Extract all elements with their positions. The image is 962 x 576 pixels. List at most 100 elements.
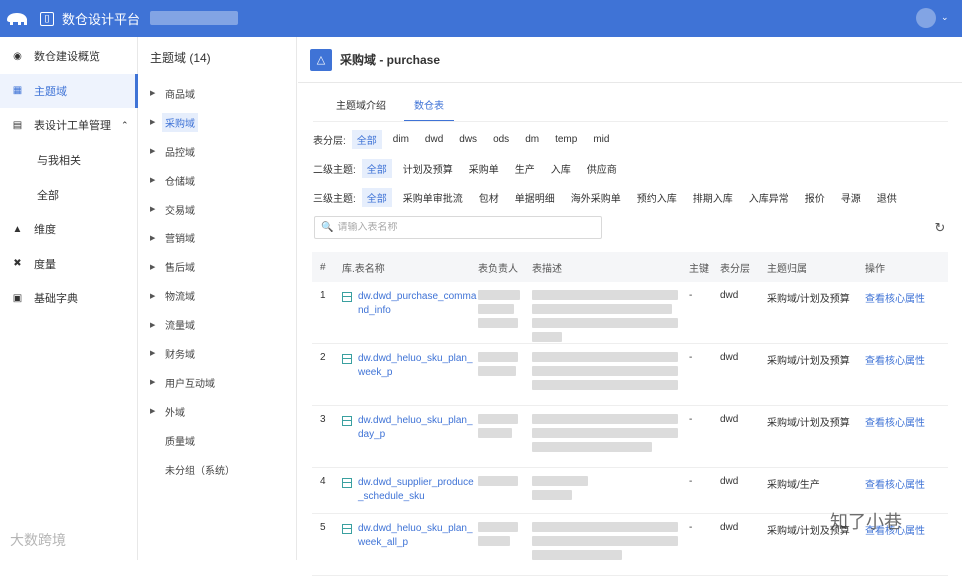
page-title: 采购域 - purchase [340,53,441,67]
chip-layer-temp[interactable]: temp [550,132,582,147]
chip-second-all[interactable]: 全部 [361,159,392,178]
subject-domain-tree: 主题域 (14) ▶ 商品域 ▶ 采购域 ▶ 品控域 ▶ 仓储域 ▶ 交易域 ▶ 营销域 ▶… [138,37,297,560]
table-name-link[interactable]: dw.dwd_heluo_sku_plan_week_all_p [358,522,478,550]
chip-third-option[interactable]: 单据明细 [510,188,560,207]
tree-item[interactable]: ▶ 财务域 [150,339,238,368]
domain-icon: △ [310,48,332,71]
table-icon [342,478,352,488]
chevron-up-icon: ⌃ [121,119,129,130]
filter-second-theme: 二级主题: 全部 计划及预算 采购单 生产 入库 供应商 [313,159,628,178]
table-icon: ▤ [12,119,23,131]
blurred-description [532,522,689,564]
chip-layer-dim[interactable]: dim [388,132,414,147]
caret-right-icon: ▶ [150,408,156,416]
table-header: # 库.表名称 表负责人 表描述 主键 表分层 主题归属 操作 [312,252,948,282]
tree-item-purchase[interactable]: ▶ 采购域 [150,108,238,137]
tree-item[interactable]: ▶ 物流域 [150,281,238,310]
chip-third-option[interactable]: 退供 [872,188,902,207]
nav-item-dictionary[interactable]: ▣ 基础字典 [0,281,137,316]
tree-item[interactable]: ▶ 营销域 [150,223,238,252]
chip-layer-mid[interactable]: mid [588,132,614,147]
tree-item[interactable]: ▶ 用户互动域 [150,368,238,397]
chip-third-option[interactable]: 排期入库 [688,188,738,207]
tree-item[interactable]: 未分组（系统） [150,455,238,484]
nav-item-measure[interactable]: ✖ 度量 [0,247,137,282]
chevron-down-icon[interactable]: ⌄ [941,12,949,23]
chip-third-option[interactable]: 海外采购单 [566,188,626,207]
nav-item-all[interactable]: 全部 [0,177,137,212]
domain-header: △ 采购域 - purchase [298,37,962,83]
chip-layer-dws[interactable]: dws [454,132,482,147]
caret-right-icon: ▶ [150,119,156,127]
chip-layer-dwd[interactable]: dwd [420,132,448,147]
nav-item-table-design-orders[interactable]: ▤ 表设计工单管理 ⌃ [0,108,137,143]
chip-third-option[interactable]: 寻源 [836,188,866,207]
chip-layer-dm[interactable]: dm [520,132,544,147]
chip-third-option[interactable]: 报价 [800,188,830,207]
tree-item[interactable]: ▶ 品控域 [150,137,238,166]
blurred-description [532,352,689,394]
blurred-owner [478,522,532,550]
view-core-attributes-link[interactable]: 查看核心属性 [865,356,925,367]
blurred-owner [478,290,532,332]
table-icon [342,354,352,364]
tree-item[interactable]: ▶ 外域 [150,397,238,426]
search-input[interactable] [337,222,588,233]
tab-domain-intro[interactable]: 主题域介绍 [326,93,396,122]
table-icon [342,524,352,534]
tab-warehouse-tables[interactable]: 数仓表 [404,93,454,122]
app-title: 数仓设计平台 [62,12,141,27]
table-name-link[interactable]: dw.dwd_heluo_sku_plan_week_p [358,352,478,380]
view-core-attributes-link[interactable]: 查看核心属性 [865,418,925,429]
chip-second-option[interactable]: 入库 [546,159,576,178]
table-row: 2 dw.dwd_heluo_sku_plan_week_p - dwd 采购域… [312,344,948,406]
chip-layer-ods[interactable]: ods [488,132,514,147]
table-row: 3 dw.dwd_heluo_sku_plan_day_p - dwd 采购域/… [312,406,948,468]
table-name-link[interactable]: dw.dwd_supplier_produce_schedule_sku [358,476,478,504]
nav-item-overview[interactable]: ◉ 数仓建设概览 [0,39,137,74]
app-brand[interactable]: [] 数仓设计平台 [40,9,140,28]
chip-third-all[interactable]: 全部 [361,188,392,207]
watermark-left: 大数跨境 [10,532,66,548]
caret-right-icon: ▶ [150,234,156,242]
chip-layer-all[interactable]: 全部 [351,130,382,149]
platform-icon: [] [40,11,54,26]
dashboard-icon: ◉ [13,50,22,62]
tree-item[interactable]: ▶ 售后域 [150,252,238,281]
nav-item-dimension[interactable]: ▲ 维度 [0,212,137,247]
measure-icon: ✖ [13,258,22,270]
view-core-attributes-link[interactable]: 查看核心属性 [865,480,925,491]
caret-right-icon: ▶ [150,90,156,98]
view-core-attributes-link[interactable]: 查看核心属性 [865,294,925,305]
caret-right-icon: ▶ [150,148,156,156]
nav-item-related-to-me[interactable]: 与我相关 [0,143,137,178]
nav-item-subject-domain[interactable]: ▦ 主题域 [0,73,138,109]
caret-right-icon: ▶ [150,263,156,271]
tree-item[interactable]: 质量域 [150,426,238,455]
chip-second-option[interactable]: 生产 [510,159,540,178]
table-search: 🔍 [314,216,602,239]
chip-third-option[interactable]: 包材 [474,188,504,207]
chip-second-option[interactable]: 采购单 [464,159,504,178]
table-name-link[interactable]: dw.dwd_heluo_sku_plan_day_p [358,414,478,442]
blurred-description [532,414,689,456]
tree-item[interactable]: ▶ 交易域 [150,195,238,224]
table-name-link[interactable]: dw.dwd_purchase_command_info [358,290,478,318]
tree-item[interactable]: ▶ 商品域 [150,79,238,108]
refresh-icon[interactable]: ↻ [932,220,948,236]
chip-third-option[interactable]: 采购单审批流 [398,188,468,207]
elephant-logo-icon[interactable] [2,0,32,37]
tree-item[interactable]: ▶ 仓储域 [150,166,238,195]
chip-second-option[interactable]: 计划及预算 [398,159,458,178]
blurred-description [532,476,689,504]
user-avatar[interactable] [916,8,936,28]
chip-second-option[interactable]: 供应商 [582,159,622,178]
search-icon: 🔍 [321,222,334,233]
blurred-owner [478,352,532,380]
tree-item[interactable]: ▶ 流量域 [150,310,238,339]
chip-third-option[interactable]: 预约入库 [632,188,682,207]
chip-third-option[interactable]: 入库异常 [744,188,794,207]
left-navigation: ◉ 数仓建设概览 ▦ 主题域 ▤ 表设计工单管理 ⌃ 与我相关 全部 ▲ 维度 … [0,37,138,560]
blurred-owner [478,476,532,490]
grid-icon: ▦ [12,85,23,97]
